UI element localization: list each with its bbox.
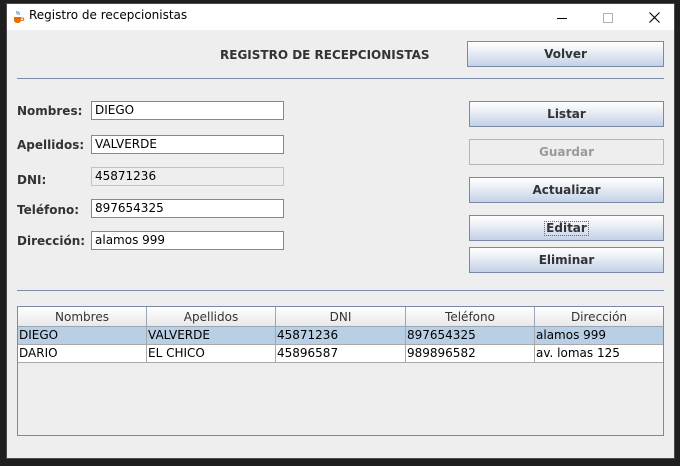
nombres-label: Nombres: [17, 104, 83, 118]
page-heading: REGISTRO DE RECEPCIONISTAS [220, 48, 430, 62]
cell-dni[interactable]: 45896587 [276, 345, 406, 362]
telefono-field[interactable]: 897654325 [91, 199, 284, 218]
column-header-apellidos[interactable]: Apellidos [147, 307, 276, 326]
column-header-direccion[interactable]: Dirección [535, 307, 663, 326]
window-title: Registro de recepcionistas [29, 8, 188, 22]
cell-apellidos[interactable]: EL CHICO [147, 345, 276, 362]
dni-label: DNI: [17, 173, 47, 187]
guardar-button[interactable]: Guardar [469, 139, 664, 165]
editar-button[interactable]: Editar [469, 215, 664, 241]
listar-button[interactable]: Listar [469, 101, 664, 127]
table-header: Nombres Apellidos DNI Teléfono Dirección [18, 307, 663, 327]
cell-telefono[interactable]: 897654325 [406, 327, 535, 344]
column-header-telefono[interactable]: Teléfono [406, 307, 535, 326]
table-row[interactable]: DARIO EL CHICO 45896587 989896582 av. lo… [18, 345, 663, 363]
apellidos-field[interactable]: VALVERDE [91, 135, 284, 154]
maximize-button[interactable] [585, 4, 631, 30]
nombres-field[interactable]: DIEGO [91, 101, 284, 120]
cell-telefono[interactable]: 989896582 [406, 345, 535, 362]
top-separator [17, 78, 664, 79]
java-cup-icon [11, 9, 25, 23]
eliminar-button[interactable]: Eliminar [469, 247, 664, 273]
cell-apellidos[interactable]: VALVERDE [147, 327, 276, 344]
cell-direccion[interactable]: av. lomas 125 [535, 345, 663, 362]
close-button[interactable] [631, 4, 674, 30]
dni-field[interactable]: 45871236 [91, 167, 284, 186]
cell-dni[interactable]: 45871236 [276, 327, 406, 344]
telefono-label: Teléfono: [17, 203, 80, 217]
table-row[interactable]: DIEGO VALVERDE 45871236 897654325 alamos… [18, 327, 663, 345]
title-bar[interactable]: Registro de recepcionistas [7, 4, 674, 30]
editar-button-label: Editar [544, 220, 589, 236]
close-icon [648, 8, 660, 27]
maximize-icon [603, 8, 613, 27]
minimize-button[interactable] [539, 4, 585, 30]
column-header-nombres[interactable]: Nombres [18, 307, 147, 326]
bottom-separator [17, 290, 664, 291]
recepcionistas-table[interactable]: Nombres Apellidos DNI Teléfono Dirección… [17, 306, 664, 436]
direccion-label: Dirección: [17, 234, 86, 248]
direccion-field[interactable]: alamos 999 [91, 231, 284, 250]
column-header-dni[interactable]: DNI [276, 307, 406, 326]
cell-nombres[interactable]: DIEGO [18, 327, 147, 344]
app-window: Registro de recepcionistas REGISTRO DE R… [6, 3, 675, 459]
volver-button[interactable]: Volver [467, 41, 664, 67]
cell-nombres[interactable]: DARIO [18, 345, 147, 362]
minimize-icon [557, 8, 567, 27]
actualizar-button[interactable]: Actualizar [469, 177, 664, 203]
cell-direccion[interactable]: alamos 999 [535, 327, 663, 344]
apellidos-label: Apellidos: [17, 138, 85, 152]
